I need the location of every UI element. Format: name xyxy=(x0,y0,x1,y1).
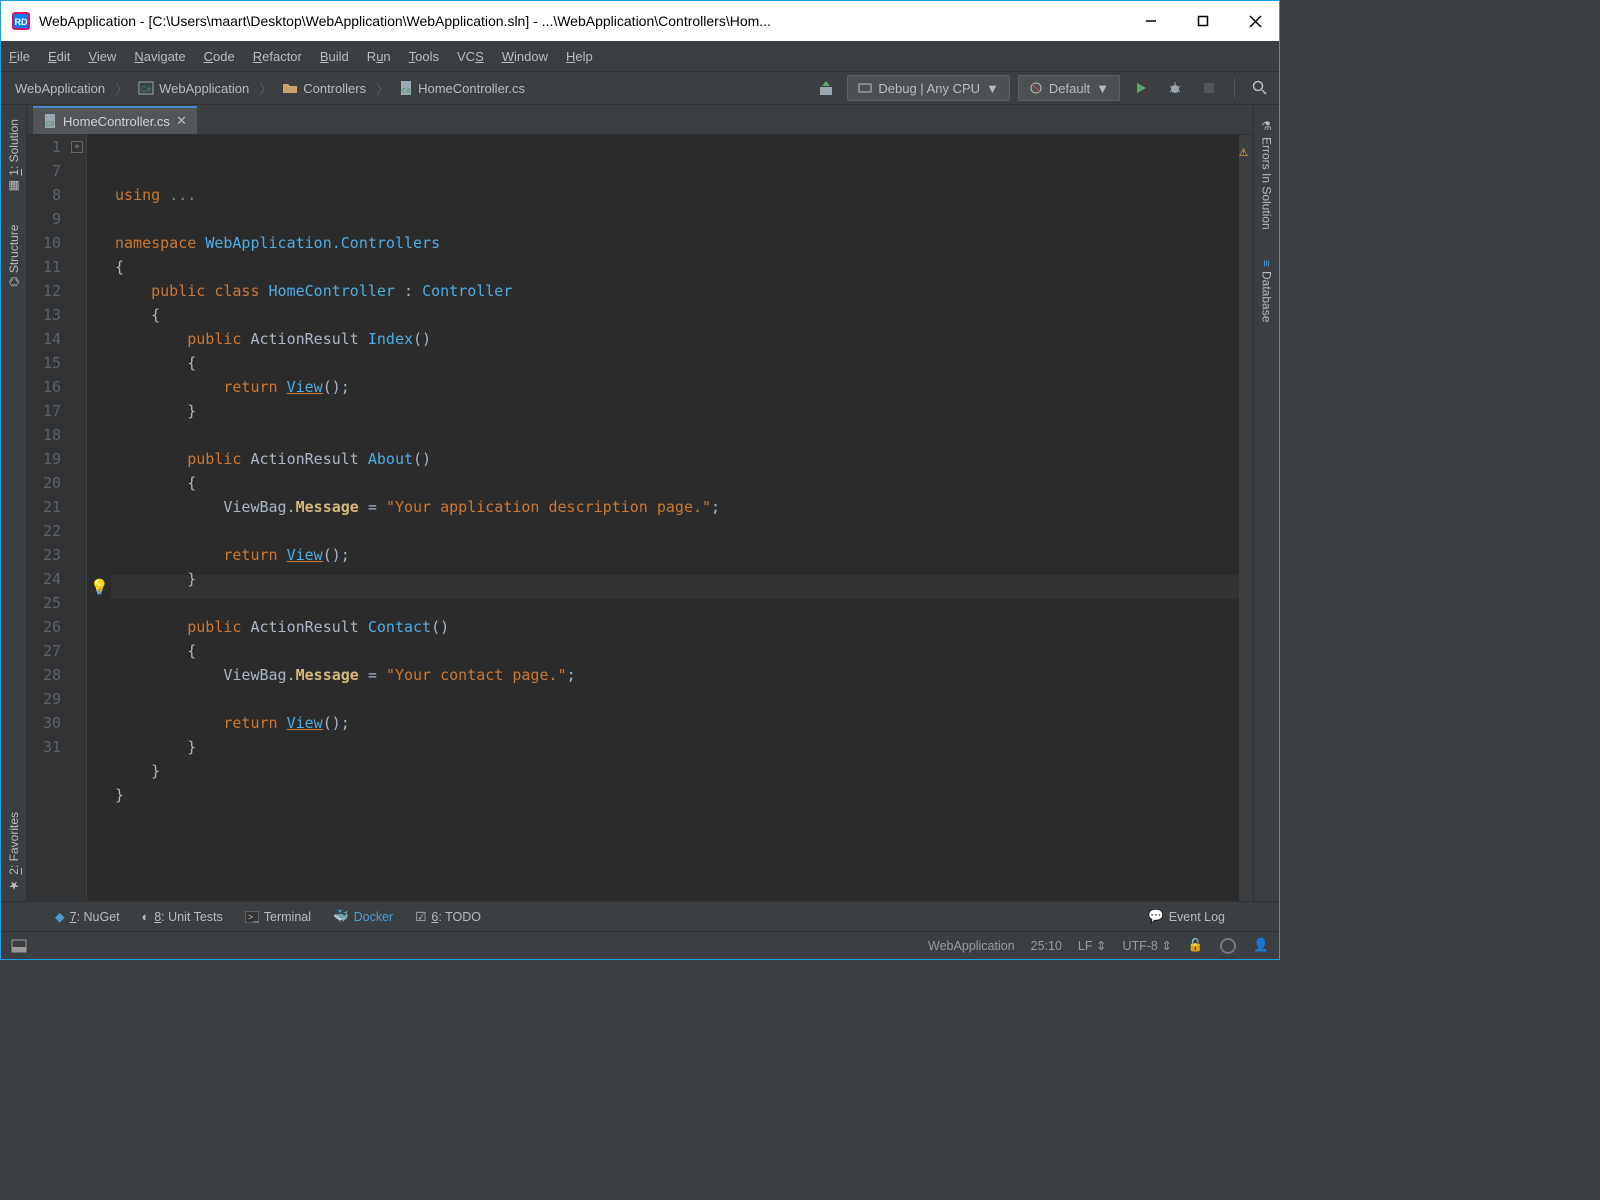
svg-text:C#: C# xyxy=(46,121,55,128)
menu-run[interactable]: Run xyxy=(367,49,391,64)
debug-button[interactable] xyxy=(1162,75,1188,101)
main-area: ▦1: Solution ⌬Structure ★2: Favorites C#… xyxy=(1,105,1279,901)
inspector-icon[interactable]: 👤 xyxy=(1253,938,1269,953)
progress-icon xyxy=(1219,937,1237,955)
menu-edit[interactable]: Edit xyxy=(48,49,70,64)
lightbulb-icon[interactable]: 💡 xyxy=(90,575,109,599)
file-tab-homecontroller[interactable]: C# HomeController.cs ✕ xyxy=(33,106,197,134)
bulb-column: 💡 xyxy=(87,135,111,901)
svg-text:>_: >_ xyxy=(248,912,259,922)
breadcrumb-project[interactable]: C# WebApplication xyxy=(130,74,257,102)
menu-view[interactable]: View xyxy=(88,49,116,64)
config-icon xyxy=(858,81,872,95)
structure-icon: ⌬ xyxy=(7,276,21,286)
status-encoding[interactable]: UTF-8 ⇕ xyxy=(1122,938,1171,953)
fold-column[interactable]: + xyxy=(69,135,87,901)
breadcrumb-solution[interactable]: WebApplication xyxy=(7,74,113,102)
tool-nuget[interactable]: ◆7: NuGet xyxy=(55,909,120,924)
lock-icon[interactable]: 🔓 xyxy=(1188,938,1204,953)
terminal-icon: >_ xyxy=(245,911,259,923)
bottom-tool-strip: ◆7: NuGet ◐8: Unit Tests >_Terminal 🐳Doc… xyxy=(1,901,1279,931)
menu-build[interactable]: Build xyxy=(320,49,349,64)
menu-code[interactable]: Code xyxy=(204,49,235,64)
menu-vcs[interactable]: VCS xyxy=(457,49,484,64)
nuget-icon: ◆ xyxy=(55,909,65,924)
tool-structure[interactable]: ⌬Structure xyxy=(5,216,23,295)
chevron-down-icon: ▼ xyxy=(986,81,999,96)
menu-window[interactable]: Window xyxy=(502,49,548,64)
minimize-button[interactable] xyxy=(1137,9,1165,33)
csharp-project-icon: C# xyxy=(138,80,154,96)
svg-text:C#: C# xyxy=(141,85,152,94)
tab-label: HomeController.cs xyxy=(63,114,170,129)
maximize-button[interactable] xyxy=(1189,9,1217,33)
toolbar: WebApplication 〉 C# WebApplication 〉 Con… xyxy=(1,71,1279,105)
tool-favorites[interactable]: ★2: Favorites xyxy=(5,804,23,901)
svg-text:RD: RD xyxy=(15,17,28,27)
tool-todo[interactable]: ☑6: TODO xyxy=(415,909,481,924)
todo-icon: ☑ xyxy=(415,909,426,924)
flask-icon: ⚗ xyxy=(1260,119,1274,133)
app-icon: RD xyxy=(11,11,31,31)
menu-file[interactable]: File xyxy=(9,49,30,64)
menu-navigate[interactable]: Navigate xyxy=(134,49,185,64)
tool-window-icon[interactable] xyxy=(11,939,27,953)
chevron-down-icon: ▼ xyxy=(1096,81,1109,96)
fold-expand-icon[interactable]: + xyxy=(71,141,83,153)
csharp-file-icon: C# xyxy=(43,113,57,129)
status-bar: WebApplication 25:10 LF ⇕ UTF-8 ⇕ 🔓 👤 xyxy=(1,931,1279,959)
window-title: WebApplication - [C:\Users\maart\Desktop… xyxy=(39,13,1127,29)
run-button[interactable] xyxy=(1128,75,1154,101)
title-bar: RD WebApplication - [C:\Users\maart\Desk… xyxy=(1,1,1279,41)
folder-icon xyxy=(282,81,298,95)
tool-solution[interactable]: ▦1: Solution xyxy=(5,111,23,202)
menu-tools[interactable]: Tools xyxy=(409,49,439,64)
status-cursor[interactable]: 25:10 xyxy=(1031,939,1062,953)
line-gutter: 1789101112131415161718192021222324252627… xyxy=(27,135,69,901)
tool-docker[interactable]: 🐳Docker xyxy=(333,909,393,924)
database-icon: ≡ xyxy=(1260,260,1274,267)
csharp-file-icon: C# xyxy=(399,80,413,96)
status-line-ending[interactable]: LF ⇕ xyxy=(1078,938,1107,953)
menu-refactor[interactable]: Refactor xyxy=(253,49,302,64)
search-button[interactable] xyxy=(1247,75,1273,101)
breadcrumb-file[interactable]: C# HomeController.cs xyxy=(391,74,533,102)
breadcrumb-folder[interactable]: Controllers xyxy=(274,74,374,102)
build-button[interactable] xyxy=(813,75,839,101)
error-strip[interactable]: ⚠ xyxy=(1239,135,1253,901)
tool-terminal[interactable]: >_Terminal xyxy=(245,910,311,924)
close-button[interactable] xyxy=(1241,9,1269,33)
run-config-selector[interactable]: Debug | Any CPU ▼ xyxy=(847,75,1010,101)
target-selector[interactable]: Default ▼ xyxy=(1018,75,1120,101)
stop-button[interactable] xyxy=(1196,75,1222,101)
event-log-button[interactable]: 💬Event Log xyxy=(1148,909,1225,924)
menu-help[interactable]: Help xyxy=(566,49,593,64)
solution-icon: ▦ xyxy=(7,180,21,194)
tab-close-button[interactable]: ✕ xyxy=(176,113,187,129)
target-icon xyxy=(1029,81,1043,95)
chat-icon: 💬 xyxy=(1148,909,1164,924)
svg-text:C#: C# xyxy=(402,88,411,95)
tool-unittests[interactable]: ◐8: Unit Tests xyxy=(142,910,223,924)
code-content[interactable]: using ... namespace WebApplication.Contr… xyxy=(111,135,1239,901)
tool-errors[interactable]: ⚗Errors In Solution xyxy=(1258,111,1276,238)
menu-bar: File Edit View Navigate Code Refactor Bu… xyxy=(1,41,1279,71)
left-tool-strip: ▦1: Solution ⌬Structure ★2: Favorites xyxy=(1,105,27,901)
editor: C# HomeController.cs ✕ 17891011121314151… xyxy=(27,105,1253,901)
tool-database[interactable]: ≡Database xyxy=(1258,252,1276,330)
status-context[interactable]: WebApplication xyxy=(928,939,1015,953)
right-tool-strip: ⚗Errors In Solution ≡Database xyxy=(1253,105,1279,901)
star-icon: ★ xyxy=(7,879,21,893)
warning-icon: ⚠ xyxy=(1239,139,1248,163)
docker-icon: 🐳 xyxy=(333,909,349,924)
crumb-sep: 〉 xyxy=(113,79,130,98)
tests-icon: ◐ xyxy=(142,910,150,924)
code-area[interactable]: 1789101112131415161718192021222324252627… xyxy=(27,135,1253,901)
tab-strip: C# HomeController.cs ✕ xyxy=(27,105,1253,135)
